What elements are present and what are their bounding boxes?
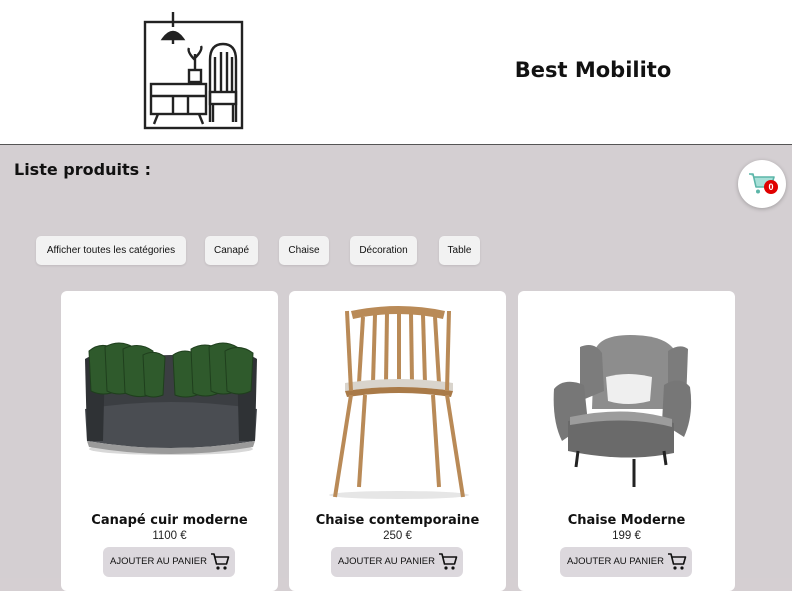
product-image-chair[interactable] [289, 291, 506, 513]
product-image-armchair[interactable] [518, 291, 735, 513]
product-price: 250 € [383, 530, 412, 542]
cart-button[interactable]: 0 [738, 160, 786, 208]
product-card: Chaise Moderne 199 € AJOUTER AU PANIER [518, 291, 735, 591]
furniture-logo-icon[interactable] [143, 12, 245, 132]
add-to-cart-label: AJOUTER AU PANIER [338, 556, 435, 567]
filter-decoration-button[interactable]: Décoration [350, 236, 417, 265]
add-to-cart-button[interactable]: AJOUTER AU PANIER [103, 547, 235, 577]
cart-count-badge: 0 [764, 180, 778, 194]
add-to-cart-button[interactable]: AJOUTER AU PANIER [331, 547, 463, 577]
add-to-cart-label: AJOUTER AU PANIER [110, 556, 207, 567]
product-price: 1100 € [152, 530, 187, 542]
product-name: Chaise Moderne [567, 513, 686, 528]
filter-canape-button[interactable]: Canapé [205, 236, 258, 265]
brand-title: Best Mobilito [514, 58, 672, 82]
cart-outline-icon [439, 553, 458, 570]
product-card: Canapé cuir moderne 1100 € AJOUTER AU PA… [61, 291, 278, 591]
product-card: Chaise contemporaine 250 € AJOUTER AU PA… [289, 291, 506, 591]
filter-chaise-button[interactable]: Chaise [279, 236, 329, 265]
add-to-cart-button[interactable]: AJOUTER AU PANIER [560, 547, 692, 577]
product-name: Chaise contemporaine [315, 513, 480, 528]
cart-outline-icon [668, 553, 687, 570]
add-to-cart-label: AJOUTER AU PANIER [567, 556, 664, 567]
product-name: Canapé cuir moderne [91, 513, 248, 528]
product-image-sofa[interactable] [61, 291, 278, 513]
cart-outline-icon [211, 553, 230, 570]
site-header: Best Mobilito [0, 0, 792, 145]
page-title: Liste produits : [14, 160, 152, 179]
filter-table-button[interactable]: Table [439, 236, 480, 265]
filter-all-button[interactable]: Afficher toutes les catégories [36, 236, 186, 265]
product-price: 199 € [612, 530, 641, 542]
product-section: Liste produits : 0 Afficher toutes les c… [0, 145, 792, 591]
